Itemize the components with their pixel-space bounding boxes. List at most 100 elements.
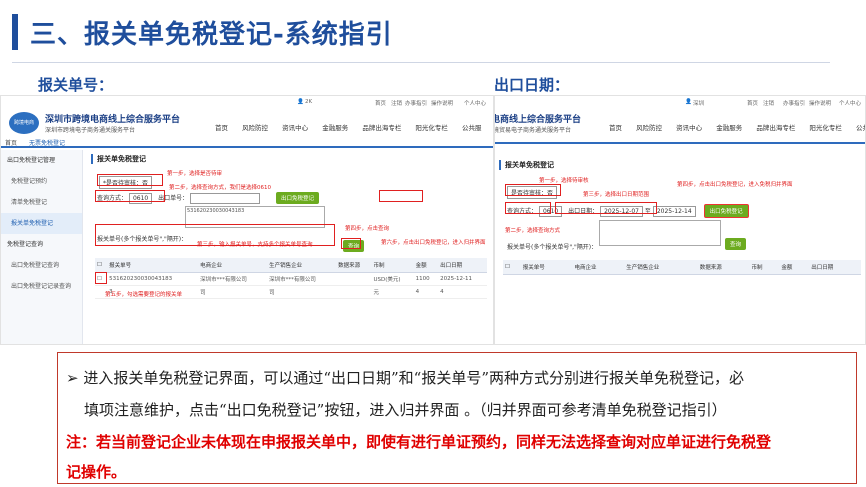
note-line-1: ➢ 进入报关单免税登记界面，可以通过“出口日期”和“报关单号”两种方式分别进行报… (66, 369, 745, 387)
topbar-guide-link[interactable]: 办事指引 (405, 99, 427, 107)
step2-annotation: 第二步，选择查询方式，我们是选择0610 (169, 185, 271, 191)
main-content: 报关单免税登记 *是否待审核：否 第一步，选择是否待审 查询方式： 0610 出… (91, 154, 487, 340)
topbar-guide-link[interactable]: 办事指引 (783, 99, 805, 107)
declaration-table-right: ☐ 报关单号 电商企业 生产销售企业 数据来源 币制 金额 出口日期 (503, 260, 861, 275)
nav-finance[interactable]: 金融服务 (716, 124, 742, 132)
declaration-no-input[interactable] (190, 193, 261, 204)
date-to-input[interactable]: 2025-12-14 (652, 206, 696, 217)
col-export-date: 出口日期 (809, 260, 861, 275)
step4-annotation: 第四步，点击查询 (345, 226, 390, 232)
nav-brand[interactable]: 品牌出海专栏 (756, 124, 795, 132)
col-source: 数据来源 (697, 260, 750, 275)
step3-highlight-right (555, 202, 657, 214)
username: 2K (305, 99, 313, 105)
step1-annotation: 第一步，选择是否待审 (167, 171, 223, 177)
portal-subtitle: 境贸易电子商务通关服务平台 (494, 127, 572, 134)
step1-highlight (97, 174, 163, 186)
col-ecommerce: 电商企业 (572, 260, 625, 275)
sidebar: 出口免税登记管理 免税登记预约 清单免税登记 报关单免税登记 免税登记查询 出口… (1, 150, 83, 344)
topbar-logout-link[interactable]: 注销 (391, 99, 402, 107)
topbar-home-link[interactable]: 首页 (747, 99, 758, 107)
cell-currency: 元 (371, 285, 414, 299)
table-row[interactable]: ☐ 531620230030043183 深圳市***有限公司 深圳市***有限… (95, 272, 487, 286)
portal-logo: 跨境电商 (9, 112, 39, 134)
declaration-no-screenshot: 👤 2K 首页 注销 办事指引 操作说明 个人中心 跨境电商 深圳市跨境电商线上… (0, 95, 494, 345)
sidebar-item-record-query[interactable]: 出口免税登记记录查询 (1, 276, 82, 297)
nav-risk[interactable]: 风险防控 (242, 124, 268, 132)
cell-declaration-no: 531620230030043183 (107, 272, 199, 286)
nav-home[interactable]: 首页 (609, 124, 622, 132)
select-all-checkbox-right[interactable]: ☐ (503, 260, 521, 275)
slide-title: 三、报关单免税登记-系统指引 (30, 20, 393, 50)
cell-producer: 深圳市***有限公司 (267, 272, 337, 286)
step6-highlight (379, 190, 423, 202)
col-source: 数据来源 (336, 258, 372, 273)
portal-subtitle: 深圳市跨境电子商务通关服务平台 (45, 127, 136, 134)
portal-header: 跨境电商 深圳市跨境电商线上综合服务平台 深圳市跨境电子商务通关服务平台 首页 … (1, 108, 493, 136)
cell-export-date: 2025-12-11 (438, 272, 487, 286)
page-title: 报关单免税登记 (91, 154, 487, 164)
sidebar-item-query[interactable]: 免税登记查询 (1, 234, 82, 255)
declaration-no-label: 报关单号： (38, 76, 114, 94)
export-date-screenshot: 👤 深圳 首页 注销 办事指引 操作说明 个人中心 电商线上综合服务平台 境贸易… (494, 95, 866, 345)
step2-annotation-right: 第二步，选择查询方式 (505, 228, 561, 234)
nav-public[interactable]: 公共服 (462, 124, 482, 132)
top-utility-bar: 👤 2K 首页 注销 办事指引 操作说明 个人中心 (1, 96, 493, 108)
select-all-checkbox[interactable]: ☐ (95, 258, 108, 273)
nav-public[interactable]: 公共服务 (856, 124, 865, 132)
sidebar-item-list-registration[interactable]: 清单免税登记 (1, 192, 82, 213)
step4-highlight (341, 238, 361, 249)
nav-divider-right (495, 142, 865, 144)
step5-annotation: 第五步，勾选需要登记的报关单 (105, 292, 183, 298)
topbar-help-link[interactable]: 操作说明 (431, 99, 453, 107)
nav-risk[interactable]: 风险防控 (636, 124, 662, 132)
note-line-2: 填项注意维护，点击“出口免税登记”按钮，进入归并界面 。（归并界面可参考清单免税… (84, 401, 727, 419)
topbar-logout-link[interactable]: 注销 (763, 99, 774, 107)
sidebar-item-declaration-registration[interactable]: 报关单免税登记 (1, 213, 82, 234)
query-button-right[interactable]: 查询 (725, 238, 747, 250)
username: 深圳 (693, 101, 705, 107)
portal-name: 深圳市跨境电商线上综合服务平台 (45, 115, 181, 125)
step3-annotation-right: 第三步，选择出口日期范围 (583, 192, 650, 198)
nav-news[interactable]: 资讯中心 (676, 124, 702, 132)
step2-highlight-right (505, 202, 551, 214)
cell-export-date: 4 (438, 285, 487, 299)
topbar-profile-link[interactable]: 个人中心 (464, 99, 486, 107)
col-declaration-no: 报关单号 (107, 258, 199, 273)
nav-home[interactable]: 首页 (215, 124, 228, 132)
portal-name: 电商线上综合服务平台 (494, 115, 582, 125)
topbar-home-link[interactable]: 首页 (375, 99, 386, 107)
export-registration-button[interactable]: 出口免税登记 (276, 192, 320, 204)
nav-brand[interactable]: 品牌出海专栏 (362, 124, 401, 132)
export-date-label: 出口日期： (494, 76, 570, 94)
topbar-help-link[interactable]: 操作说明 (809, 99, 831, 107)
title-divider (12, 62, 830, 63)
col-amount: 金额 (413, 258, 439, 273)
declaration-no-textarea-right[interactable] (599, 220, 721, 246)
nav-finance[interactable]: 金融服务 (322, 124, 348, 132)
col-currency: 币制 (749, 260, 780, 275)
step3-annotation: 第三步，输入报关单号，支持多个报关单号查询 (197, 242, 313, 248)
nav-divider (1, 146, 493, 148)
title-accent-bar (12, 14, 18, 50)
note-warning-1: 注：若当前登记企业未体现在申报报关单中，即使有进行单证预约，同样无法选择查询对应… (66, 433, 772, 451)
instruction-note-box: ➢ 进入报关单免税登记界面，可以通过“出口日期”和“报关单号”两种方式分别进行报… (57, 352, 857, 484)
nav-news[interactable]: 资讯中心 (282, 124, 308, 132)
cell-source (336, 285, 372, 299)
step4-annotation-right: 第四步，点击出口免税登记，进入免税归并界面 (677, 182, 793, 188)
step5-highlight (95, 272, 107, 284)
main-nav: 首页 风险防控 资讯中心 金融服务 品牌出海专栏 阳光化专栏 公共服 (215, 122, 493, 132)
col-declaration-no: 报关单号 (520, 260, 573, 275)
nav-sunshine[interactable]: 阳光化专栏 (415, 124, 448, 132)
col-currency: 币制 (371, 258, 414, 273)
sidebar-item-export-query[interactable]: 出口免税登记查询 (1, 255, 82, 276)
topbar-profile-link[interactable]: 个人中心 (839, 99, 861, 107)
multi-declaration-label-right: 报关单号(多个报关单号","隔开)： (507, 244, 598, 251)
main-content-right: 报关单免税登记 是否待审核：否 第一步，选择待审核 查询方式： 0610 出口日… (499, 160, 861, 340)
sidebar-item-export-mgmt[interactable]: 出口免税登记管理 (1, 150, 82, 171)
sidebar-item-reservation[interactable]: 免税登记预约 (1, 171, 82, 192)
col-ecommerce: 电商企业 (198, 258, 268, 273)
export-registration-button-right[interactable]: 出口免税登记 (703, 204, 749, 218)
nav-sunshine[interactable]: 阳光化专栏 (809, 124, 842, 132)
cell-amount: 4 (413, 285, 439, 299)
